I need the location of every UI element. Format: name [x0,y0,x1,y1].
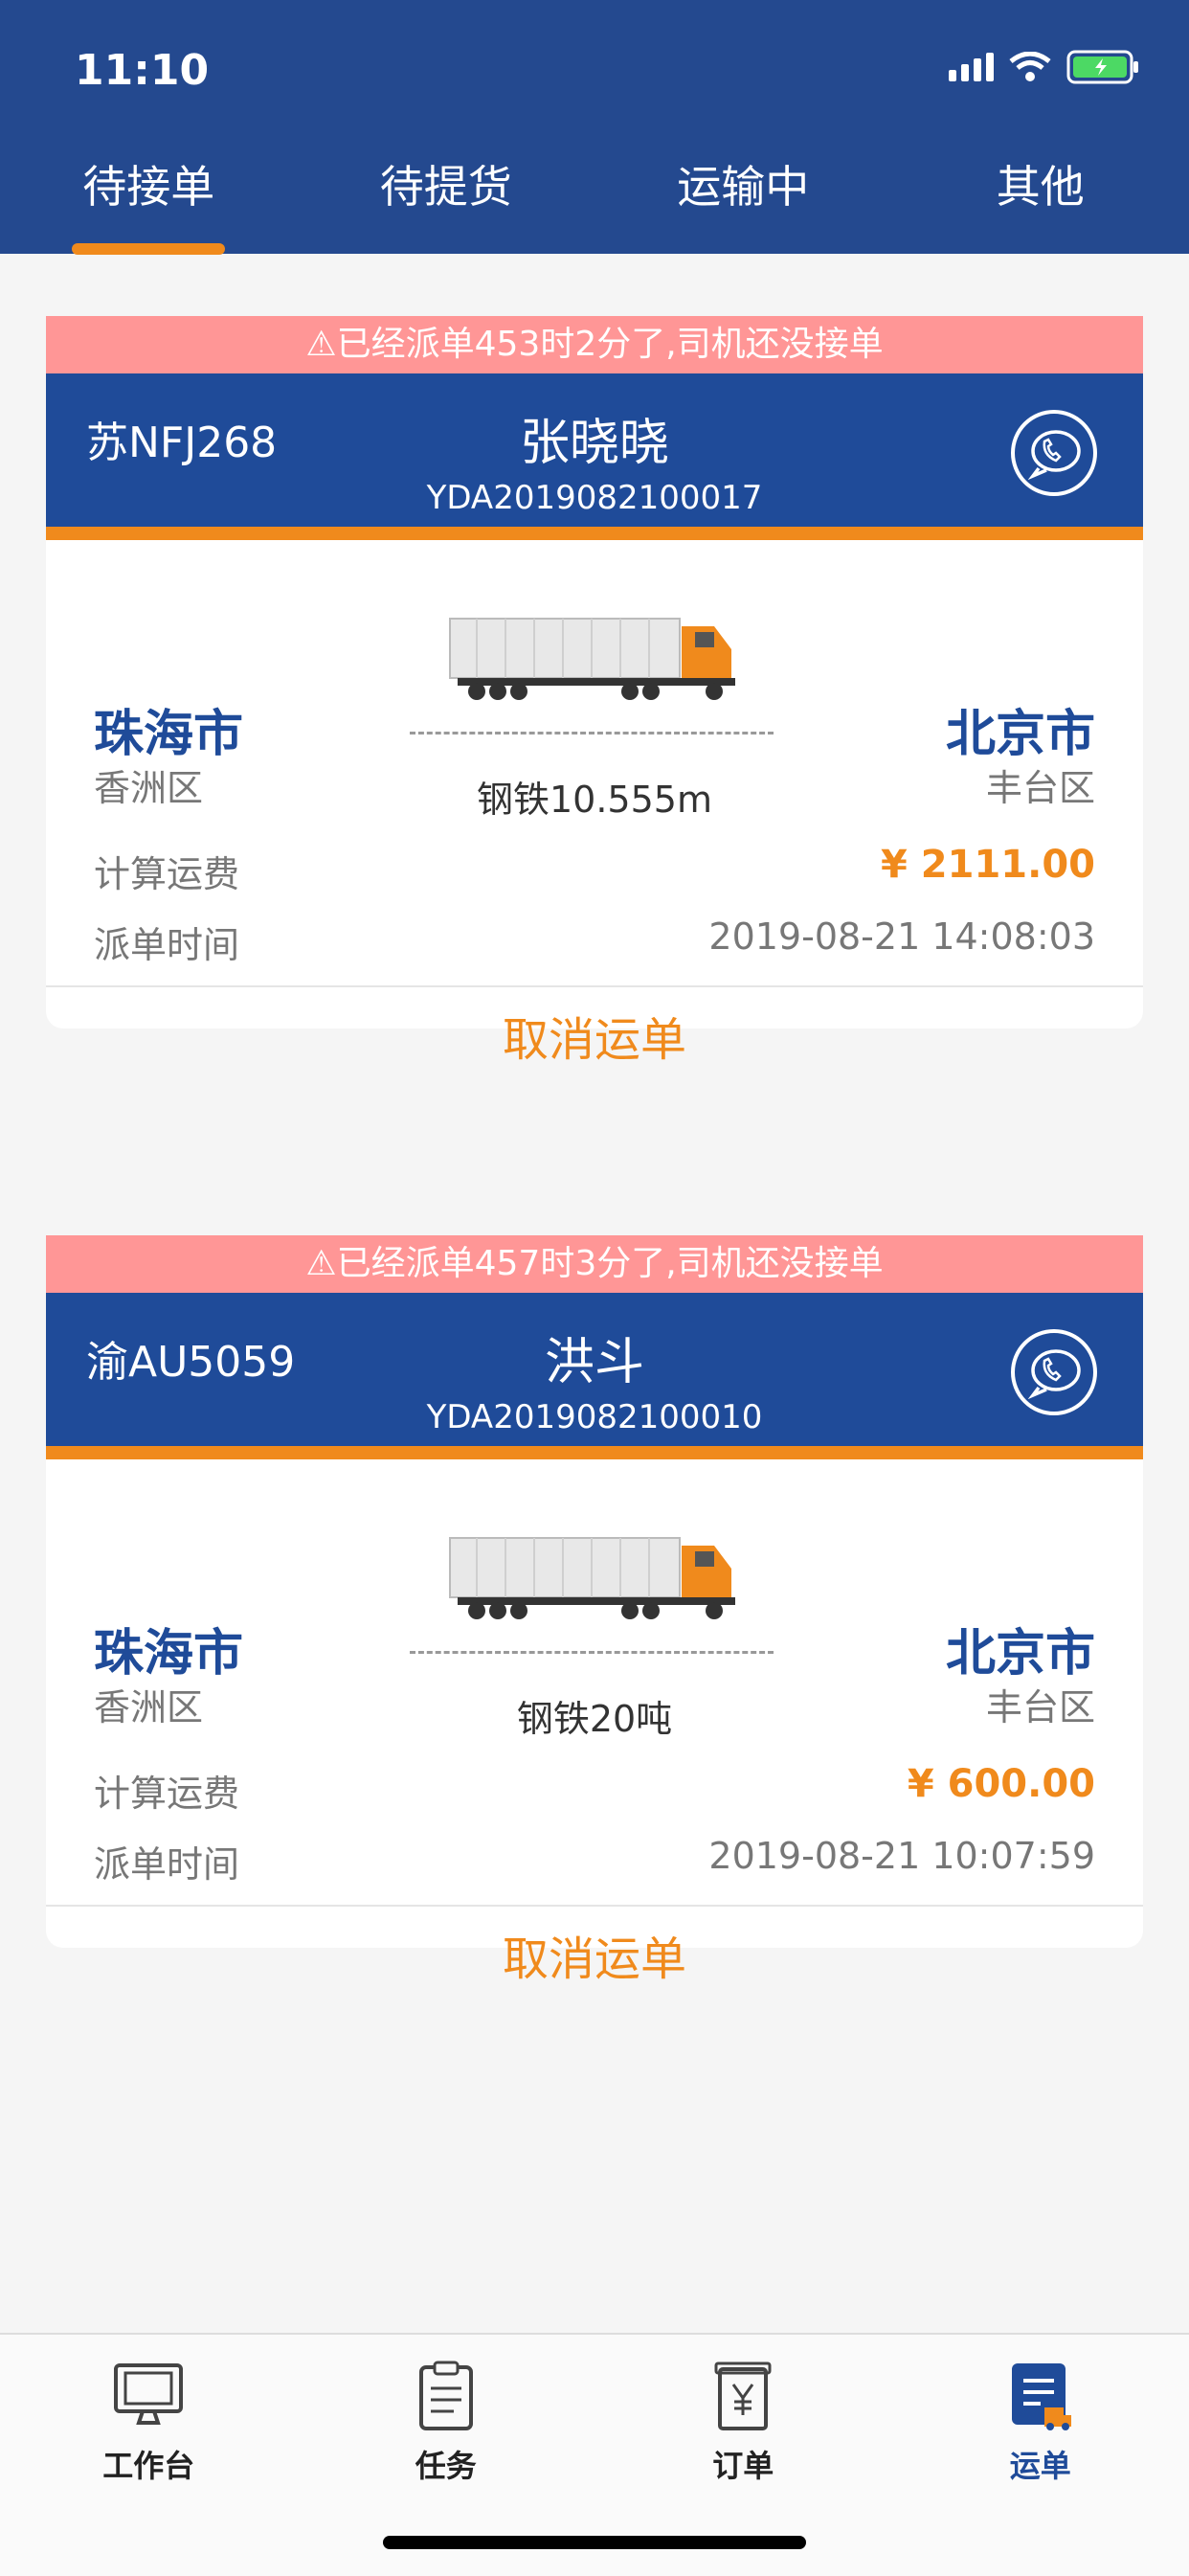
call-driver-button[interactable] [1011,410,1097,496]
yen-receipt-icon [705,2360,781,2432]
dispatch-time-value: 2019-08-21 14:08:03 [708,915,1095,958]
fee-label: 计算运费 [94,845,239,897]
card-body: 珠海市 香洲区 钢铁10.555m 北京市 丰台区 计算运费 ¥ 2111.00… [46,540,1143,1028]
dispatch-time-label: 派单时间 [94,915,239,968]
cargo-info: 钢铁20吨 [46,1689,1143,1742]
fee-label: 计算运费 [94,1764,239,1817]
dispatch-time-value: 2019-08-21 10:07:59 [708,1835,1095,1877]
nav-label: 运单 [892,2442,1189,2486]
driver-name: 张晓晓 [46,402,1143,474]
wifi-icon [1009,52,1051,82]
monitor-icon [110,2360,187,2432]
route-divider [410,1651,774,1654]
fee-value: ¥ 2111.00 [881,843,1095,887]
tab-label: 待接单 [82,161,214,213]
cancel-waybill-button[interactable]: 取消运单 [46,1907,1143,1993]
status-icons [949,50,1141,84]
tab-bar: 待接单 待提货 运输中 其他 [0,153,1189,249]
waybill-truck-icon [1002,2360,1079,2432]
battery-icon [1066,50,1141,84]
card-header: 苏NFJ268 张晓晓 YDA2019082100017 [46,373,1143,540]
truck-icon [448,617,735,703]
order-number: YDA2019082100017 [46,479,1143,517]
card-header: 渝AU5059 洪斗 YDA2019082100010 [46,1293,1143,1459]
destination-district: 丰台区 [986,1678,1095,1730]
cargo-info: 钢铁10.555m [46,770,1143,823]
order-card: ⚠已经派单453时2分了,司机还没接单 苏NFJ268 张晓晓 YDA20190… [46,316,1143,1028]
route-divider [410,732,774,734]
cancel-waybill-button[interactable]: 取消运单 [46,987,1143,1073]
warning-banner: ⚠已经派单457时3分了,司机还没接单 [46,1235,1143,1293]
order-card: ⚠已经派单457时3分了,司机还没接单 渝AU5059 洪斗 YDA201908… [46,1235,1143,1948]
phone-chat-icon [1025,1345,1083,1399]
order-number: YDA2019082100010 [46,1398,1143,1436]
clipboard-icon [408,2360,484,2432]
signal-icon [949,53,994,81]
card-body: 珠海市 香洲区 钢铁20吨 北京市 丰台区 计算运费 ¥ 600.00 派单时间… [46,1459,1143,1948]
nav-label: 工作台 [0,2442,298,2486]
nav-workbench[interactable]: 工作台 [0,2335,298,2576]
fee-value: ¥ 600.00 [908,1762,1095,1806]
tab-pending-accept[interactable]: 待接单 [0,153,298,249]
nav-waybill[interactable]: 运单 [892,2335,1189,2576]
home-indicator [383,2536,806,2549]
origin-city: 珠海市 [94,693,243,765]
tab-label: 待提货 [380,161,512,213]
call-driver-button[interactable] [1011,1329,1097,1415]
tab-active-indicator [72,243,225,255]
dispatch-time-label: 派单时间 [94,1835,239,1887]
tab-in-transit[interactable]: 运输中 [594,153,892,249]
destination-city: 北京市 [946,693,1095,765]
destination-city: 北京市 [946,1613,1095,1684]
origin-city: 珠海市 [94,1613,243,1684]
destination-district: 丰台区 [986,758,1095,811]
nav-label: 任务 [298,2442,595,2486]
tab-other[interactable]: 其他 [892,153,1189,249]
tab-label: 其他 [997,161,1085,213]
phone-chat-icon [1025,426,1083,480]
driver-name: 洪斗 [46,1322,1143,1393]
tab-pending-pickup[interactable]: 待提货 [298,153,595,249]
warning-banner: ⚠已经派单453时2分了,司机还没接单 [46,316,1143,373]
truck-icon [448,1536,735,1622]
nav-label: 订单 [594,2442,892,2486]
status-time: 11:10 [75,46,209,95]
tab-label: 运输中 [677,161,809,213]
top-header: 11:10 待接单 待提货 运输中 其他 [0,0,1189,254]
